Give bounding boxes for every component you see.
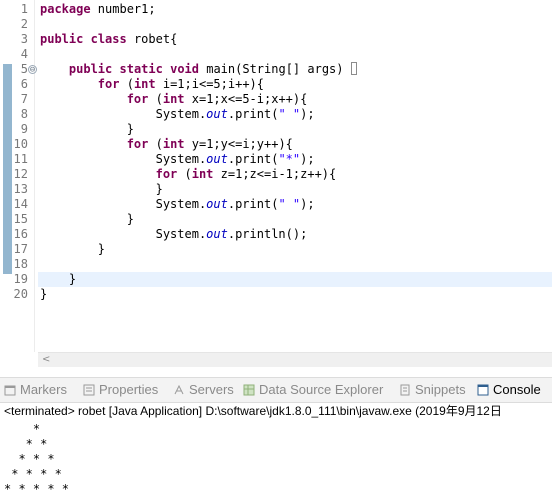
- gutter-divider: [34, 0, 35, 352]
- line-number: 20: [13, 287, 28, 301]
- overview-ruler: [0, 0, 12, 352]
- line-number: 19: [13, 272, 28, 286]
- ruler-mark: [3, 64, 12, 79]
- line-number: 8: [20, 107, 28, 121]
- code-line-3: public class robet{: [40, 32, 178, 46]
- servers-icon: [174, 384, 184, 395]
- line-number: 2: [20, 17, 28, 31]
- code-line-1: package number1;: [40, 2, 156, 16]
- tab-properties[interactable]: Properties: [83, 378, 158, 402]
- code-editor[interactable]: 1 2 3 4 5 6 7 8 9 10 11 12 13 14 15 16 1…: [0, 0, 552, 369]
- line-number: 15: [13, 212, 28, 226]
- markers-icon: [4, 385, 16, 396]
- view-tab-bar: Markers Properties Servers Data Source E…: [0, 377, 552, 403]
- code-line-15: }: [126, 212, 134, 226]
- console-icon: [477, 384, 489, 396]
- code-line-10: for (int y=1;y<=i;y++){: [126, 137, 293, 151]
- line-number: 13: [13, 182, 28, 196]
- console-output-line: *: [4, 422, 41, 436]
- scroll-left-icon[interactable]: <: [42, 353, 50, 367]
- code-line-11: System.out.print("*");: [155, 152, 315, 166]
- code-line-6: for (int i=1;i<=5;i++){: [97, 77, 264, 91]
- line-number: 11: [13, 152, 28, 166]
- line-number: 12: [13, 167, 28, 181]
- code-line-16: System.out.println();: [155, 227, 308, 241]
- line-number: 7: [20, 92, 28, 106]
- line-number: 9: [20, 122, 28, 136]
- code-line-14: System.out.print(" ");: [155, 197, 315, 211]
- code-line-19: }: [68, 272, 77, 286]
- tab-snippets[interactable]: Snippets: [399, 378, 466, 402]
- line-number: 5: [20, 62, 28, 76]
- code-line-7: for (int x=1;x<=5-i;x++){: [126, 92, 308, 106]
- line-number: 4: [20, 47, 28, 61]
- fold-collapse-icon[interactable]: ⊖: [28, 65, 37, 75]
- line-number: 16: [13, 227, 28, 241]
- current-line-highlight: [38, 272, 552, 287]
- line-number: 18: [13, 257, 28, 271]
- code-line-20: }: [40, 287, 48, 301]
- console-output-line: * * * *: [4, 467, 62, 481]
- tab-markers[interactable]: Markers: [4, 378, 67, 402]
- code-line-12: for (int z=1;z<=i-1;z++){: [155, 167, 337, 181]
- console-output-line: * *: [4, 437, 48, 451]
- console-status-line: <terminated> robet [Java Application] D:…: [4, 404, 502, 418]
- code-line-8: System.out.print(" ");: [155, 107, 315, 121]
- data-source-icon: [243, 384, 255, 396]
- line-number: 1: [20, 2, 28, 16]
- line-number: 6: [20, 77, 28, 91]
- code-line-17: }: [97, 242, 106, 256]
- tab-servers[interactable]: Servers: [173, 378, 234, 402]
- tab-console[interactable]: Console: [477, 378, 541, 402]
- line-number: 3: [20, 32, 28, 46]
- properties-icon: [83, 384, 95, 396]
- bracket-match-marker: [350, 62, 357, 75]
- tab-data-source-explorer[interactable]: Data Source Explorer: [243, 378, 383, 402]
- horizontal-scrollbar[interactable]: <: [38, 352, 552, 367]
- ruler-mark: [3, 79, 12, 274]
- code-line-13: }: [155, 182, 163, 196]
- line-number: 14: [13, 197, 28, 211]
- snippets-icon: [400, 384, 410, 396]
- line-number: 10: [13, 137, 28, 151]
- console-output-line: * * *: [4, 452, 55, 466]
- console-output-line: * * * * *: [4, 482, 70, 496]
- code-line-5: public static void main(String[] args): [40, 62, 357, 77]
- code-line-9: }: [126, 122, 134, 136]
- line-number: 17: [13, 242, 28, 256]
